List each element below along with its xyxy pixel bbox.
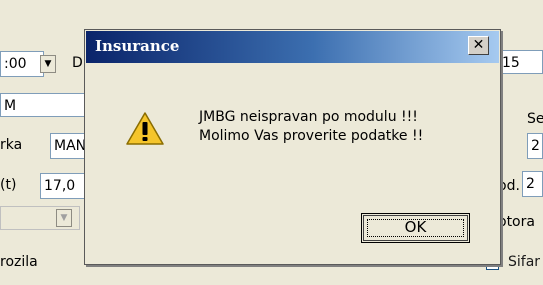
field-right-2b-value: 2 (526, 176, 535, 192)
time-dropdown-button[interactable]: ▼ (40, 55, 56, 73)
field-right-top[interactable]: 15 (498, 50, 543, 74)
message-line-2: Molimo Vas proverite podatke !! (199, 128, 424, 144)
dialog-message: JMBG neispravan po modulu !!! Molimo Vas… (199, 108, 423, 146)
focus-rect (367, 219, 464, 237)
time-select[interactable]: :00 (0, 51, 44, 77)
disabled-dropdown-button: ▼ (56, 209, 72, 227)
label-od: od. (498, 178, 520, 194)
label-t: (t) (0, 177, 17, 193)
field-right-top-value: 15 (502, 55, 520, 71)
label-vozila: rozila (0, 254, 38, 270)
dialog-titlebar[interactable]: Insurance ✕ (86, 31, 499, 63)
field-m-value: M (4, 98, 17, 114)
label-d: D (72, 55, 83, 71)
close-button[interactable]: ✕ (468, 36, 489, 55)
dialog-title: Insurance (95, 37, 180, 55)
close-icon: ✕ (472, 37, 485, 53)
label-se: Se (527, 111, 543, 127)
time-select-value: :00 (4, 56, 27, 72)
field-t-value: 17,0 (44, 178, 76, 194)
warning-icon (126, 112, 164, 145)
ok-button[interactable]: OK (361, 213, 470, 243)
field-right-2a-value: 2 (531, 138, 540, 154)
insurance-dialog: Insurance ✕ JMBG neispravan po modulu !!… (84, 29, 501, 265)
field-right-2b[interactable]: 2 (522, 171, 543, 197)
label-otora: otora (498, 214, 535, 230)
label-sifar: Sifar (508, 254, 541, 270)
field-right-2a[interactable]: 2 (527, 133, 543, 159)
field-m[interactable]: M (0, 93, 95, 117)
message-line-1: JMBG neispravan po modulu !!! (199, 109, 418, 125)
label-marka: rka (0, 137, 23, 153)
field-marka-value: MAN (54, 138, 87, 154)
